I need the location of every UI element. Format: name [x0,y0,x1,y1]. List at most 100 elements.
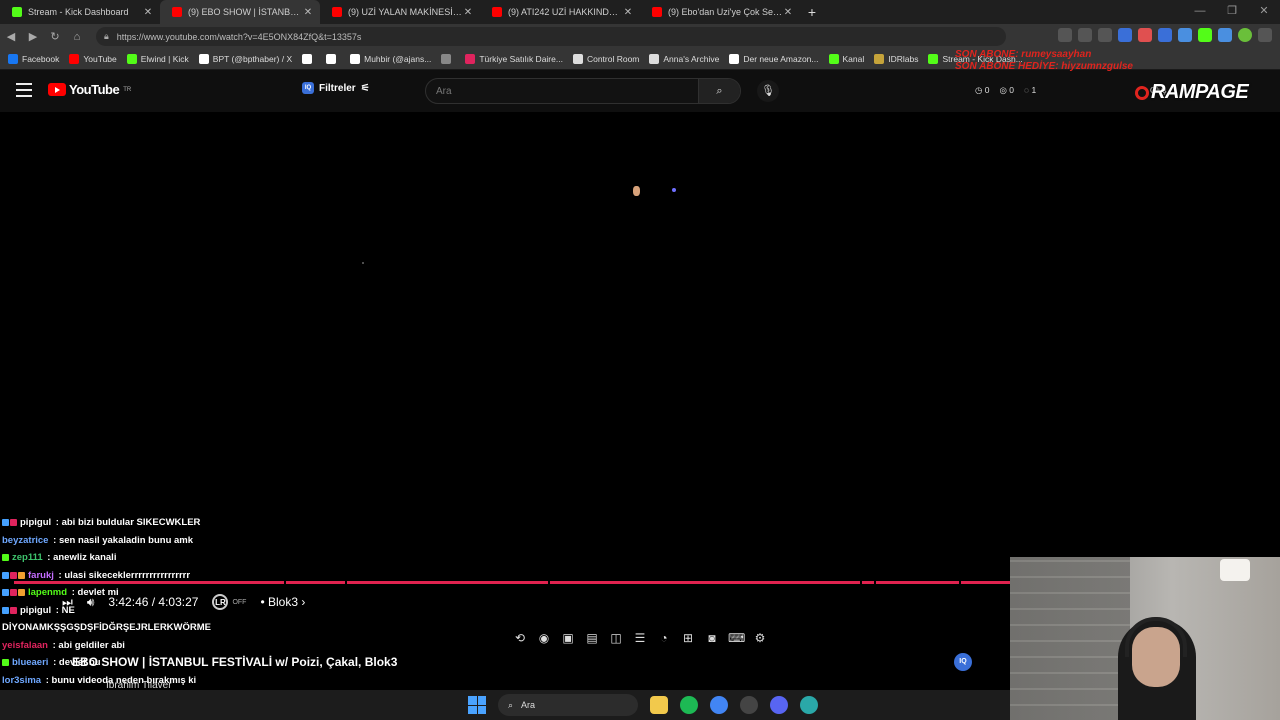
bookmark-item[interactable]: Elwind | Kick [126,54,189,64]
region-code: TR [123,86,132,93]
progress-bar[interactable] [14,581,1010,584]
browser-tab[interactable]: (9) ATI242 UZİ HAKKINDA KONU✕ [480,0,640,24]
spotify-icon[interactable] [680,696,698,714]
browser-tab[interactable]: Stream - Kick Dashboard ✕ [0,0,160,24]
bookmark-item[interactable]: IDRlabs [874,54,918,64]
bookmark-item[interactable] [302,54,316,64]
microphone-icon[interactable]: 🎙︎ [757,80,779,102]
audio-icon[interactable]: ◉ [536,630,552,646]
download-icon[interactable] [1058,28,1072,42]
counter-view: ◌ 1 [1024,85,1037,95]
chapter-marker [860,581,862,584]
bookmark-item[interactable] [441,54,455,64]
bookmark-label: Türkiye Satılık Daire... [479,54,563,64]
back-icon[interactable]: ◀ [0,30,22,43]
tab-close-icon[interactable]: ✕ [782,7,794,18]
puzzle-icon[interactable] [1178,28,1192,42]
settings-gear-icon[interactable]: ⚙ [752,630,768,646]
reload-icon[interactable]: ↻ [44,30,66,43]
loop-icon[interactable]: ⟲ [512,630,528,646]
chapter-marker [284,581,286,584]
tab-close-icon[interactable]: ✕ [462,7,474,18]
bookmark-label: Muhbir (@ajans... [364,54,432,64]
tab-title: (9) EBO SHOW | İSTANBUL F [188,7,302,17]
bookmark-item[interactable] [326,54,340,64]
extension-icon[interactable] [1118,28,1132,42]
tab-title: Stream - Kick Dashboard [28,7,129,17]
chat-username: pipigul [20,604,52,616]
chat-message: pipigul : abi bizi buldular SIKECWKLER [2,514,422,532]
next-icon[interactable]: ⏭︎ [62,595,73,610]
cinema-icon[interactable]: ▣ [560,630,576,646]
bookmark-item[interactable]: Der neue Amazon... [729,54,819,64]
browser-globe-icon[interactable] [800,696,818,714]
discord-icon[interactable] [770,696,788,714]
share-icon[interactable] [1078,28,1092,42]
tab-favicon-icon [172,7,182,17]
screenshot-icon[interactable]: ◙ [704,630,720,646]
browser-tab[interactable]: (9) EBO SHOW | İSTANBUL F ✕ [160,0,320,24]
search-input[interactable]: Ara [426,86,698,97]
tab-close-icon[interactable]: ✕ [142,7,154,18]
search-icon[interactable]: ⌕ [698,79,740,103]
bookmark-star-icon[interactable] [1098,28,1112,42]
video-light-spot [672,188,676,192]
bookmark-icon [729,54,740,64]
chat-message: lor3sima : bunu videoda neden bırakmış k… [2,672,422,690]
iq-badge[interactable]: IQ [954,653,972,671]
bookmark-item[interactable]: Kanal [828,54,864,64]
extension-icon[interactable] [1138,28,1152,42]
hamburger-menu-icon[interactable] [16,83,32,97]
filters-button[interactable]: IQ Filtreler ⚟ [302,82,370,94]
taskbar-search[interactable]: ⌕ Ara [498,694,638,716]
browser-tab[interactable]: (9) UZİ YALAN MAKİNESİNDE! |✕ [320,0,480,24]
tab-close-icon[interactable]: ✕ [622,7,634,18]
add-icon[interactable]: ⊞ [680,630,696,646]
chrome-icon[interactable] [710,696,728,714]
bookmark-item[interactable]: Türkiye Satılık Daire... [465,54,563,64]
menu-dots-icon[interactable] [1258,28,1272,42]
minimize-icon[interactable]: — [1184,0,1216,24]
home-icon[interactable]: ⌂ [66,31,88,43]
windows-start-icon[interactable] [468,696,486,714]
clip-icon[interactable]: ▤ [584,630,600,646]
chat-separator: : [43,674,52,686]
maximize-icon[interactable]: ❐ [1216,0,1248,24]
iq-extension-icon: IQ [302,82,314,94]
chat-overlay: pipigul : abi bizi buldular SIKECWKLER be… [2,514,422,707]
close-window-icon[interactable]: ✕ [1248,0,1280,24]
search-box[interactable]: Ara ⌕ [425,78,741,104]
file-explorer-icon[interactable] [650,696,668,714]
speed-icon[interactable]: ◔ [656,630,672,646]
new-tab-icon[interactable]: + [800,4,824,20]
url-bar[interactable]: 🔒︎ https://www.youtube.com/watch?v=4E5ON… [96,27,1006,46]
list-icon[interactable]: ☰ [632,630,648,646]
profile-avatar-icon[interactable] [1238,28,1252,42]
bookmark-label: Anna's Archive [663,54,720,64]
bookmark-item[interactable]: YouTube [69,54,117,64]
keyboard-icon[interactable]: ⌨ [728,630,745,646]
crop-icon[interactable]: ◫ [608,630,624,646]
obs-icon[interactable] [740,696,758,714]
bookmark-item[interactable]: Anna's Archive [649,54,719,64]
youtube-logo[interactable]: YouTube TR [48,82,131,97]
lr-toggle[interactable]: LR OFF [212,594,246,610]
chat-badges [2,571,25,579]
bookmark-item[interactable]: BPT (@bpthaber) / X [198,54,292,64]
extension-icon[interactable] [1158,28,1172,42]
forward-icon[interactable]: ▶ [22,30,44,43]
badge-icon [18,571,25,579]
youtube-play-icon [48,83,66,96]
lock-icon: 🔒︎ [104,31,109,41]
extension-icon[interactable] [1198,28,1212,42]
sidebar-icon[interactable] [1218,28,1232,42]
tab-close-icon[interactable]: ✕ [302,7,314,18]
bookmark-item[interactable]: Muhbir (@ajans... [350,54,431,64]
bookmark-icon [465,54,476,64]
badge-icon [10,589,17,597]
volume-icon[interactable]: 🔊︎ [87,595,95,610]
chapter-label[interactable]: • Blok3 › [260,595,305,609]
bookmark-item[interactable]: Control Room [572,54,639,64]
browser-tab[interactable]: (9) Ebo'dan Uzi'ye Çok Sert Sözl✕ [640,0,800,24]
bookmark-item[interactable]: Facebook [8,54,59,64]
